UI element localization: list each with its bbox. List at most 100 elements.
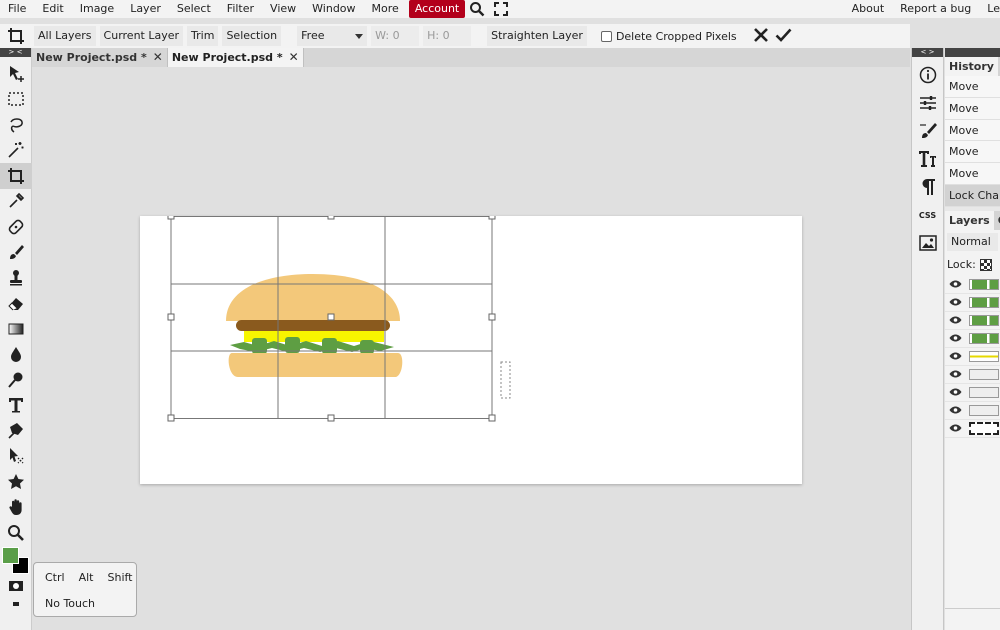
menu-file[interactable]: File bbox=[0, 0, 34, 18]
type-tool-icon[interactable] bbox=[0, 393, 32, 419]
blur-tool-icon[interactable] bbox=[0, 342, 32, 368]
brush-tool-icon[interactable] bbox=[0, 240, 32, 266]
eye-icon[interactable] bbox=[949, 386, 962, 399]
layer-row[interactable] bbox=[945, 366, 1000, 384]
width-label: W: bbox=[375, 29, 390, 42]
image-icon[interactable] bbox=[912, 229, 943, 257]
tab-channels[interactable]: C bbox=[994, 211, 1000, 230]
menu-layer[interactable]: Layer bbox=[122, 0, 169, 18]
all-layers-button[interactable]: All Layers bbox=[34, 26, 96, 46]
trim-button[interactable]: Trim bbox=[187, 26, 219, 46]
report-bug-link[interactable]: Report a bug bbox=[892, 0, 979, 18]
tab-document-1[interactable]: New Project.psd * ✕ bbox=[32, 48, 168, 67]
document-canvas[interactable] bbox=[140, 213, 802, 484]
dodge-tool-icon[interactable] bbox=[0, 367, 32, 393]
hand-tool-icon[interactable] bbox=[0, 495, 32, 521]
toolbar-collapse-handle[interactable]: > < bbox=[0, 48, 31, 57]
pen-tool-icon[interactable] bbox=[0, 418, 32, 444]
modifier-keys-panel: Ctrl Alt Shift No Touch bbox=[33, 562, 137, 617]
healing-brush-tool-icon[interactable] bbox=[0, 214, 32, 240]
layer-row[interactable] bbox=[945, 348, 1000, 366]
eye-icon[interactable] bbox=[949, 368, 962, 381]
history-item[interactable]: Move bbox=[945, 163, 1000, 185]
strip-collapse-handle[interactable]: < > bbox=[912, 48, 943, 57]
height-field[interactable]: H: 0 bbox=[423, 26, 472, 46]
learn-link[interactable]: Le bbox=[979, 0, 1000, 18]
history-item[interactable]: Move bbox=[945, 141, 1000, 164]
layer-row[interactable] bbox=[945, 330, 1000, 348]
shift-key-button[interactable]: Shift bbox=[107, 571, 132, 584]
eyedropper-tool-icon[interactable] bbox=[0, 189, 32, 215]
lock-transparency-icon[interactable] bbox=[979, 258, 992, 271]
path-select-tool-icon[interactable] bbox=[0, 444, 32, 470]
straighten-layer-button[interactable]: Straighten Layer bbox=[487, 26, 587, 46]
tab-document-2[interactable]: New Project.psd * ✕ bbox=[167, 48, 304, 67]
cancel-crop-icon[interactable] bbox=[753, 27, 769, 46]
screen-mode-icon[interactable] bbox=[0, 596, 32, 612]
layer-row[interactable] bbox=[945, 402, 1000, 420]
eye-icon[interactable] bbox=[949, 278, 962, 291]
history-item-selected[interactable]: Lock Chang bbox=[945, 184, 1000, 207]
menu-filter[interactable]: Filter bbox=[219, 0, 262, 18]
checkbox-box[interactable] bbox=[600, 30, 612, 42]
shape-tool-icon[interactable] bbox=[0, 469, 32, 495]
history-item[interactable]: Move bbox=[945, 76, 1000, 98]
css-icon[interactable]: CSS bbox=[912, 201, 943, 229]
selection-button[interactable]: Selection bbox=[222, 26, 282, 46]
move-tool-icon[interactable] bbox=[0, 61, 32, 87]
eye-icon[interactable] bbox=[949, 314, 962, 327]
menu-more[interactable]: More bbox=[364, 0, 407, 18]
eye-icon[interactable] bbox=[949, 422, 962, 435]
crop-ratio-select[interactable]: Free bbox=[297, 26, 368, 46]
blend-mode-select[interactable]: Normal bbox=[947, 232, 998, 251]
info-icon[interactable] bbox=[912, 61, 943, 89]
marquee-tool-icon[interactable] bbox=[0, 87, 32, 113]
lasso-tool-icon[interactable] bbox=[0, 112, 32, 138]
history-item[interactable]: Move bbox=[945, 97, 1000, 120]
history-item[interactable]: Move bbox=[945, 119, 1000, 142]
stamp-tool-icon[interactable] bbox=[0, 265, 32, 291]
paragraph-icon[interactable] bbox=[912, 173, 943, 201]
ctrl-key-button[interactable]: Ctrl bbox=[45, 571, 65, 584]
quick-mask-icon[interactable] bbox=[0, 576, 32, 596]
layer-row[interactable] bbox=[945, 294, 1000, 312]
current-layer-button[interactable]: Current Layer bbox=[99, 26, 184, 46]
menu-select[interactable]: Select bbox=[169, 0, 219, 18]
crop-ratio-value: Free bbox=[301, 29, 325, 42]
layer-row-selected[interactable] bbox=[945, 420, 1000, 438]
alt-key-button[interactable]: Alt bbox=[79, 571, 94, 584]
eye-icon[interactable] bbox=[949, 332, 962, 345]
menu-view[interactable]: View bbox=[262, 0, 304, 18]
tab-layers[interactable]: Layers bbox=[945, 210, 994, 230]
eye-icon[interactable] bbox=[949, 350, 962, 363]
width-field[interactable]: W: 0 bbox=[371, 26, 420, 46]
canvas-workspace[interactable] bbox=[32, 67, 910, 630]
zoom-tool-icon[interactable] bbox=[0, 520, 32, 546]
close-icon[interactable]: ✕ bbox=[289, 48, 299, 67]
eye-icon[interactable] bbox=[949, 404, 962, 417]
menu-edit[interactable]: Edit bbox=[34, 0, 71, 18]
character-icon[interactable] bbox=[912, 145, 943, 173]
fullscreen-icon[interactable] bbox=[489, 0, 513, 18]
gradient-tool-icon[interactable] bbox=[0, 316, 32, 342]
crop-tool-icon-active[interactable] bbox=[0, 163, 32, 189]
confirm-crop-icon[interactable] bbox=[775, 27, 792, 46]
about-link[interactable]: About bbox=[844, 0, 893, 18]
layer-row[interactable] bbox=[945, 384, 1000, 402]
layer-row[interactable] bbox=[945, 276, 1000, 294]
no-touch-button[interactable]: No Touch bbox=[45, 597, 95, 610]
layer-row[interactable] bbox=[945, 312, 1000, 330]
delete-cropped-checkbox[interactable]: Delete Cropped Pixels bbox=[600, 30, 737, 43]
brush-settings-icon[interactable] bbox=[912, 117, 943, 145]
tab-history[interactable]: History bbox=[945, 57, 998, 76]
foreground-color-swatch[interactable] bbox=[2, 546, 19, 564]
close-icon[interactable]: ✕ bbox=[153, 48, 163, 67]
menu-window[interactable]: Window bbox=[304, 0, 363, 18]
eye-icon[interactable] bbox=[949, 296, 962, 309]
magic-wand-tool-icon[interactable] bbox=[0, 138, 32, 164]
account-button[interactable]: Account bbox=[408, 0, 466, 18]
eraser-tool-icon[interactable] bbox=[0, 291, 32, 317]
menu-image[interactable]: Image bbox=[72, 0, 122, 18]
adjustments-icon[interactable] bbox=[912, 89, 943, 117]
search-icon[interactable] bbox=[465, 0, 489, 18]
